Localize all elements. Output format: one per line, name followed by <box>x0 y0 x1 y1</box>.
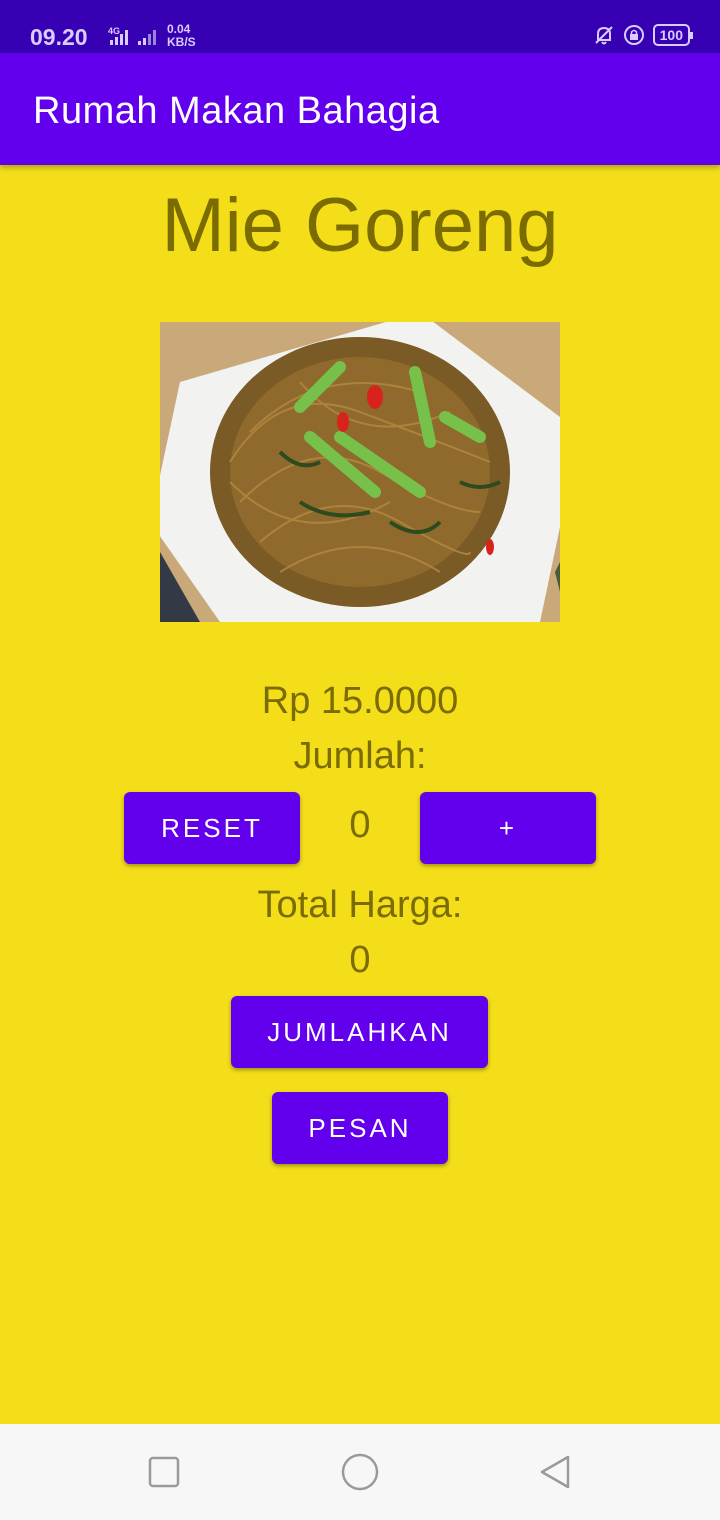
app-bar: Rumah Makan Bahagia <box>0 53 720 165</box>
speed-unit: KB/S <box>167 35 196 49</box>
plus-button[interactable]: + <box>420 792 596 864</box>
signal-icon: 4G <box>108 26 156 45</box>
quantity-label: Jumlah: <box>293 735 427 777</box>
network-speed: 0.04 KB/S <box>167 23 196 49</box>
food-photo <box>160 322 560 622</box>
navigation-bar <box>0 1424 720 1520</box>
home-circle-icon[interactable] <box>340 1452 380 1492</box>
noodle-image <box>160 322 560 622</box>
reset-button[interactable]: RESET <box>124 792 300 864</box>
sum-button[interactable]: JUMLAHKAN <box>231 996 488 1068</box>
recents-square-icon[interactable] <box>146 1454 182 1490</box>
notification-off-icon <box>594 26 613 45</box>
order-button[interactable]: PESAN <box>272 1092 448 1164</box>
back-triangle-icon[interactable] <box>538 1454 574 1490</box>
price-text: Rp 15.0000 <box>261 680 459 722</box>
network-label: 4G <box>108 26 120 36</box>
total-label: Total Harga: <box>257 884 463 926</box>
status-bar: 09.20 4G 0.04 KB/S 100 <box>0 0 720 53</box>
screen-lock-icon <box>623 25 644 45</box>
battery-icon: 100 <box>652 24 694 46</box>
food-title: Mie Goreng <box>161 183 559 268</box>
total-value: 0 <box>349 939 371 981</box>
app-title: Rumah Makan Bahagia <box>33 90 440 132</box>
quantity-value: 0 <box>349 804 371 846</box>
status-time: 09.20 <box>30 24 88 50</box>
status-icons: 100 <box>593 24 694 46</box>
